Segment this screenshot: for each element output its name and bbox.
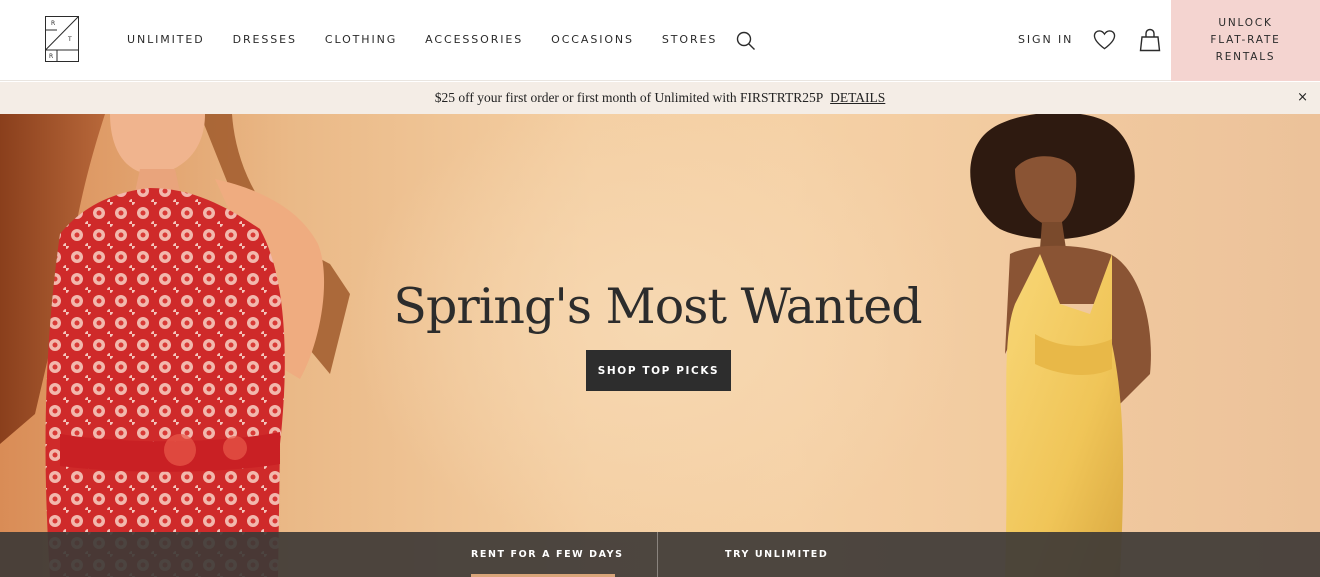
logo-letter: T <box>67 36 72 43</box>
hero-title: Spring's Most Wanted <box>393 278 922 335</box>
promo-text: $25 off your first order or first month … <box>434 90 823 105</box>
tab-divider <box>657 532 658 577</box>
rental-mode-tabbar: RENT FOR A FEW DAYS TRY UNLIMITED <box>0 532 1320 577</box>
promo-message: $25 off your first order or first month … <box>0 90 1320 106</box>
nav-item-accessories[interactable]: ACCESSORIES <box>425 33 523 46</box>
unlock-line: RENTALS <box>1215 51 1276 63</box>
hero-banner: Spring's Most Wanted SHOP TOP PICKS <box>0 114 1320 577</box>
nav-item-occasions[interactable]: OCCASIONS <box>551 33 634 46</box>
nav-item-stores[interactable]: STORES <box>662 33 717 46</box>
logo-letter: R <box>49 53 53 60</box>
close-icon[interactable]: × <box>1297 90 1308 105</box>
shop-top-picks-button[interactable]: SHOP TOP PICKS <box>586 350 731 391</box>
nav-item-unlimited[interactable]: UNLIMITED <box>127 33 205 46</box>
nav-item-dresses[interactable]: DRESSES <box>233 33 297 46</box>
main-nav: UNLIMITED DRESSES CLOTHING ACCESSORIES O… <box>127 33 745 46</box>
search-icon[interactable] <box>735 30 757 52</box>
tab-rent-for-a-few-days[interactable]: RENT FOR A FEW DAYS <box>471 549 624 560</box>
site-header: R T R UNLIMITED DRESSES CLOTHING ACCESSO… <box>0 0 1320 81</box>
hero-image <box>0 114 1151 577</box>
rtr-logo[interactable]: R T R <box>45 16 79 62</box>
promo-banner: $25 off your first order or first month … <box>0 82 1320 114</box>
shopping-bag-icon[interactable] <box>1139 28 1161 52</box>
unlock-flat-rate-rentals-button[interactable]: UNLOCK FLAT-RATE RENTALS <box>1171 0 1320 81</box>
heart-icon[interactable] <box>1093 29 1116 51</box>
sign-in-link[interactable]: SIGN IN <box>1018 33 1073 46</box>
promo-details-link[interactable]: DETAILS <box>830 90 885 105</box>
unlock-line: UNLOCK <box>1218 17 1273 29</box>
tab-try-unlimited[interactable]: TRY UNLIMITED <box>725 549 828 560</box>
unlock-line: FLAT-RATE <box>1210 34 1281 46</box>
logo-letter: R <box>51 20 55 27</box>
nav-item-clothing[interactable]: CLOTHING <box>325 33 397 46</box>
